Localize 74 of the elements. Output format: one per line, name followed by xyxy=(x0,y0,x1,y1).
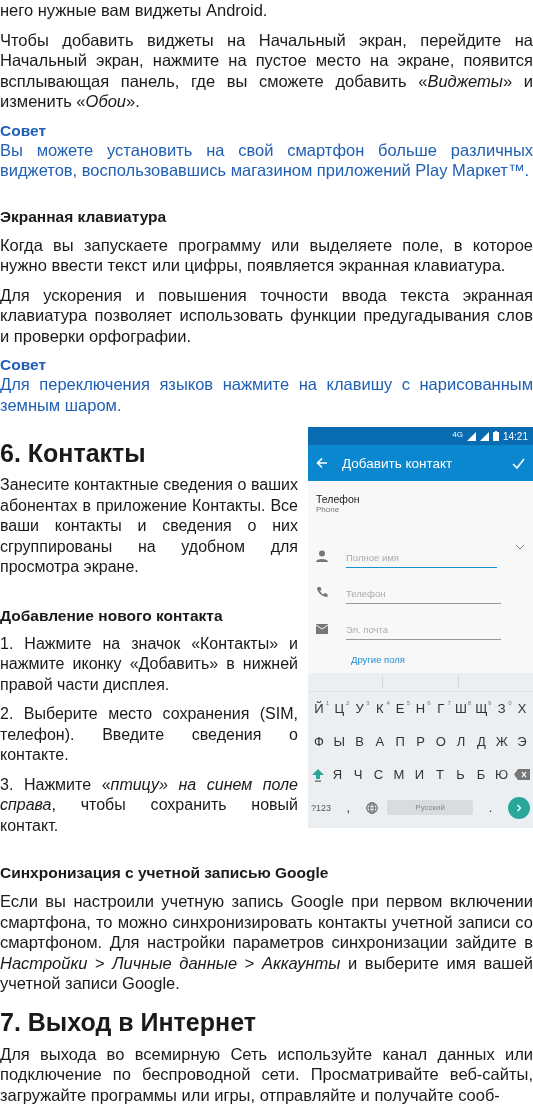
account-title: Телефон xyxy=(316,493,361,505)
screen-title: Добавить контакт xyxy=(342,455,454,471)
battery-icon xyxy=(492,431,499,441)
network-label: 4G xyxy=(452,430,463,439)
comma-key[interactable]: , xyxy=(340,800,357,815)
section-subheading: Добавление нового контакта xyxy=(0,605,224,626)
keyboard-key[interactable]: П xyxy=(392,734,409,749)
paragraph: Чтобы добавить виджеты на Начальный экран, перейдите на Начальный экран, нажмите на пустое место на экране, появится всплывающая панель, где вы сможете добавить «Виджеты» и изменить «Обои». xyxy=(0,29,533,112)
back-icon[interactable] xyxy=(316,457,328,469)
section-heading: 6. Контакты xyxy=(0,439,147,467)
section-heading: Экранная клавиатура xyxy=(0,206,168,227)
keyboard-key[interactable]: Р xyxy=(412,734,429,749)
keyboard-key[interactable]: Ю xyxy=(493,767,510,782)
keyboard-key[interactable]: Ч xyxy=(350,767,366,782)
keyboard-key[interactable]: А xyxy=(371,734,388,749)
account-subtitle: Phone xyxy=(316,505,341,514)
keyboard-key[interactable]: Ш$^{8}$ xyxy=(453,701,470,716)
check-icon[interactable] xyxy=(512,457,525,469)
email-field[interactable]: Эл. почта xyxy=(346,624,501,640)
step-text: 1. Нажмите на значок «Контакты» и нажмите иконку «Добавить» в нижней правой части дисплея. xyxy=(0,633,298,695)
keyboard-key[interactable]: У $^{3}$ xyxy=(351,701,368,716)
tip-text: Вы можете установить на свой смартфон больше различных виджетов, воспользовавшись магазином приложений Play Маркет™. xyxy=(0,139,533,181)
paragraph: Для выхода во всемирную Сеть используйте канал данных или подключение по беспроводной сети. Просматривайте веб-сайты, загружайте программы или игры, отправляйте и получайте сооб- xyxy=(0,1043,533,1105)
keyboard-key[interactable]: И xyxy=(411,767,428,782)
keyboard-key[interactable]: Е $^{5}$ xyxy=(392,701,409,716)
backspace-icon[interactable] xyxy=(514,769,530,780)
keyboard-key[interactable]: Г $^{7}$ xyxy=(432,701,449,716)
keyboard-key[interactable]: М xyxy=(391,767,407,782)
tip-title: Совет xyxy=(0,355,47,374)
keyboard-key[interactable]: Ц$^{2}$ xyxy=(331,701,348,716)
keyboard-key[interactable]: В xyxy=(351,734,368,749)
keyboard-key[interactable]: Б xyxy=(473,767,489,782)
keyboard-key[interactable]: З $^{0}$ xyxy=(493,701,510,716)
keyboard-key[interactable]: Й$^{1}$ xyxy=(311,701,327,716)
phone-icon xyxy=(316,586,328,598)
symbols-key[interactable]: ?123 xyxy=(311,800,332,815)
section-heading: 7. Выход в Интернет xyxy=(0,1007,257,1036)
paragraph: Если вы настроили учетную запись Google при первом включении смартфона, то можно синхронизировать контакты учетной записи со смартфоном. Для настройки параметров синхронизации зайдите в Настройки > Личные данные > Аккаунты и выберите имя вашей учетной записи Google. xyxy=(0,891,533,994)
step-text: 3. Нажмите «птицу» на синем поле справа, чтобы сохранить новый контакт. xyxy=(0,774,298,836)
more-fields-link[interactable]: Другие поля xyxy=(351,654,405,665)
chevron-right-icon xyxy=(515,803,523,812)
clock: 14:21 xyxy=(502,430,528,442)
keyboard-key[interactable]: Я xyxy=(329,767,346,782)
keyboard-key[interactable]: С xyxy=(370,767,387,782)
keyboard-key[interactable]: Н$^{6}$ xyxy=(412,701,429,716)
paragraph: Когда вы запускаете программу или выделяете поле, в которое нужно ввести текст или цифры, появляется экранная клавиатура. xyxy=(0,234,533,276)
phone-field[interactable]: Телефон xyxy=(346,588,501,604)
enter-button[interactable] xyxy=(508,796,530,819)
keyboard-key[interactable]: К $^{4}$ xyxy=(371,701,388,716)
tip-text: Для переключения языков нажмите на клавишу с нарисованным земным шаром. xyxy=(0,374,533,415)
shift-icon[interactable] xyxy=(311,767,325,782)
keyboard-key[interactable]: Т xyxy=(432,767,448,782)
keyboard-key[interactable]: Э xyxy=(513,734,530,749)
mail-icon xyxy=(316,624,328,634)
paragraph: Для ускорения и повышения точности ввода текста экранная клавиатура позволяет использовать функции предугадывания слов и проверки орфографии. xyxy=(0,284,533,346)
chevron-down-icon[interactable] xyxy=(515,544,525,550)
step-text: 2. Выберите место сохранения (SIM, телефон). Введите сведения о контакте. xyxy=(0,704,298,765)
keyboard-key[interactable]: Ж xyxy=(493,734,510,749)
name-field[interactable]: Полное имя xyxy=(346,552,497,568)
paragraph: Занесите контактные сведения о ваших абонентах в приложение Контакты. Все ваши контакты и сведения о них сгруппированы на удобном для просмотра экране. xyxy=(0,475,298,577)
keyboard-key[interactable]: Д xyxy=(473,734,490,749)
keyboard-key[interactable]: Л xyxy=(453,734,470,749)
tip-title: Совет xyxy=(0,120,47,140)
keyboard-key[interactable]: О xyxy=(432,734,449,749)
paragraph: него нужные вам виджеты Android. xyxy=(0,0,269,21)
period-key[interactable]: . xyxy=(482,800,499,815)
person-icon xyxy=(316,550,328,562)
keyboard-key[interactable]: Щ$^{9}$ xyxy=(473,701,490,716)
keyboard-key[interactable]: Ы xyxy=(331,734,348,749)
keyboard-key[interactable]: Ф xyxy=(311,734,327,749)
globe-icon[interactable] xyxy=(365,801,378,814)
keyboard-key[interactable]: Х xyxy=(513,701,530,716)
section-heading: Синхронизация с учетной записью Google xyxy=(0,863,330,883)
keyboard-key[interactable]: Ь xyxy=(452,767,469,782)
